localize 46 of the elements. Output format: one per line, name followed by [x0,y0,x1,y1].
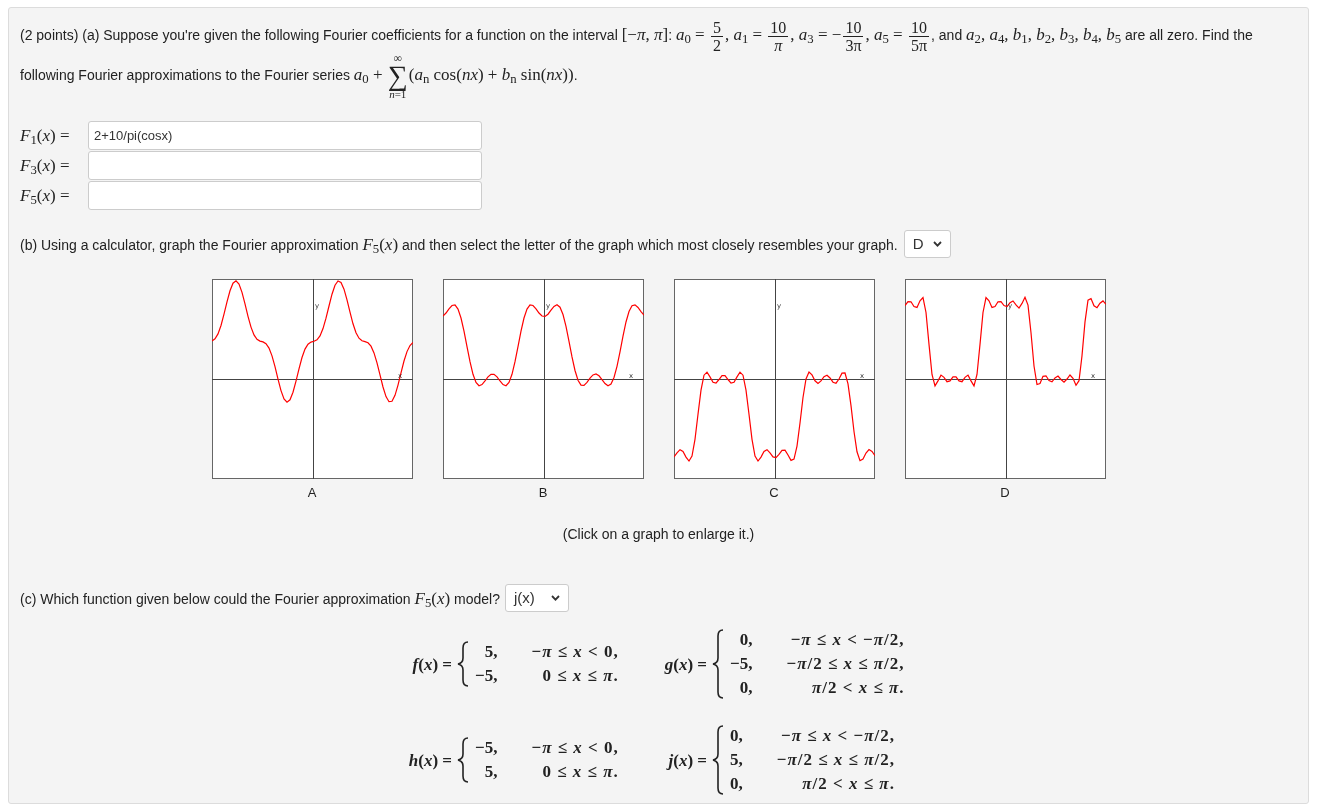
case-condition: −π ≤ x < −π/2, [789,629,905,652]
case-value: 0, [738,677,753,700]
brace-icon [712,629,724,700]
case-condition: −π ≤ x < 0, [531,641,619,664]
question-text: (b) Using a calculator, graph the Fourier approximation F$_{5}$(x) and then select the letter of the graph which most closely resembles your graph. [20,233,898,258]
brace-icon [457,737,469,784]
case-value: 5, [483,761,498,784]
question-text: (c) Which function given below could the Fourier approximation F$_{5}$(x) model? [20,587,500,612]
case-value: 0, [730,725,743,748]
graph-label: D [1000,485,1010,502]
answer-field[interactable] [88,181,482,211]
function-label: h(x) = [407,749,452,772]
graph-label: B [538,485,548,502]
graph-hint-text: (Click on a graph to enlarge it.) [562,526,755,543]
case-condition: 0 ≤ x ≤ π. [541,665,619,688]
case-value: −5, [730,653,753,676]
case-condition: −π ≤ x < 0, [531,737,619,760]
function-label: f(x) = [411,653,452,676]
case-condition: 0 ≤ x ≤ π. [541,761,619,784]
function-label: g(x) = [663,653,707,676]
question-text: (2 points) (a) Suppose you're given the following Fourier coefficients for a function on the interval [−π, π]: a$_{0}$ = 5 2 , a$_{1}$ = 10 π , a$_{3}$ = − 10 3π , a$_{5}$ = 10 5π , and a$_{2}$, a$_{4}$, b$_{1}$, b$_{2}$, b$_{3}$, b$_{4}$, b$_{5}$ are all zero. Find the following Fourier approximations to the Fourier series a$_{0}$ + ∞ ∑ n=1 (a$_{n}$ cos(nx) + b$_{n}$ sin(nx)). [20,17,1254,97]
function-dropdown[interactable]: j(x) [505,584,569,613]
case-condition: −π ≤ x < −π/2, [779,725,895,748]
answer-label: F$_{1}$(x) = [20,125,71,149]
answer-field[interactable]: 2+10/pi(cosx) [88,121,482,151]
graph-label: C [769,485,779,502]
case-value: −5, [475,665,498,688]
function-label: j(x) = [665,749,707,772]
chevron-down-icon [551,595,560,602]
answer-label: F$_{3}$(x) = [20,155,71,179]
case-value: 0, [738,629,753,652]
case-condition: π/2 < x ≤ π. [811,677,905,700]
brace-icon [457,641,469,688]
case-condition: −π/2 ≤ x ≤ π/2, [786,653,905,676]
graph-label: A [307,485,317,502]
case-value: 0, [730,773,743,796]
case-value: −5, [475,737,498,760]
case-condition: −π/2 ≤ x ≤ π/2, [776,749,895,772]
case-value: 5, [483,641,498,664]
answer-label: F$_{5}$(x) = [20,185,71,209]
case-condition: π/2 < x ≤ π. [801,773,895,796]
brace-icon [712,725,724,796]
chevron-down-icon [932,241,942,248]
letter-dropdown[interactable]: D [903,230,951,259]
answer-field[interactable] [88,151,482,181]
case-value: 5, [730,749,743,772]
